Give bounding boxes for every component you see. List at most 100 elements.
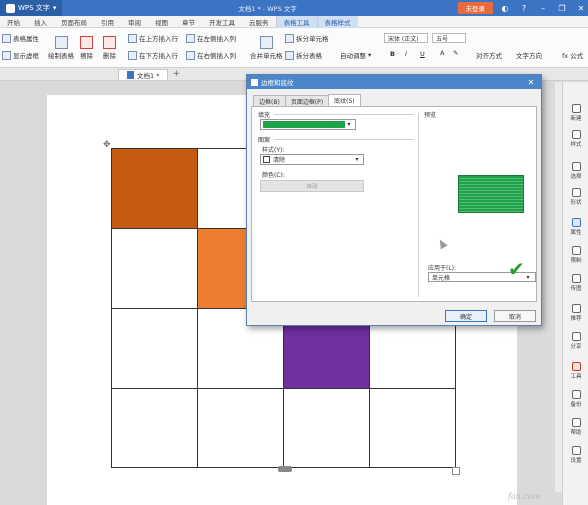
tab-borders[interactable]: 边框(B) [253, 95, 286, 106]
vertical-scrollbar[interactable] [555, 82, 562, 492]
insert-above-button[interactable]: 在上方插入行 [128, 33, 178, 43]
dialog-app-icon [251, 78, 258, 86]
sidebar-item-label: 帮助 [570, 430, 582, 436]
table-cell[interactable] [111, 309, 198, 389]
font-name-select[interactable]: 宋体 (正文) [384, 33, 428, 43]
sidebar-item-label: 属性 [570, 230, 582, 236]
tab-table-style[interactable]: 表格样式 [317, 15, 358, 28]
ok-button[interactable]: 确定 [445, 310, 487, 322]
sidebar-item-new[interactable]: 新建 [563, 104, 588, 122]
tab-page-layout[interactable]: 页面布局 [54, 16, 94, 28]
erase-button[interactable]: 擦除 [80, 36, 93, 60]
bold-button[interactable]: B [390, 50, 395, 58]
tab-review[interactable]: 审阅 [121, 16, 148, 28]
tab-references[interactable]: 引用 [94, 16, 121, 28]
tab-view[interactable]: 视图 [148, 16, 175, 28]
tab-home[interactable]: 开始 [0, 16, 27, 28]
sidebar-item-share[interactable]: 分享 [563, 332, 588, 350]
restrict-icon [571, 246, 581, 255]
backup-icon [571, 390, 581, 399]
cancel-button[interactable]: 取消 [494, 310, 536, 322]
share-icon [571, 332, 581, 341]
auto-fit-button[interactable]: 自动调整 ▾ [340, 50, 371, 60]
sidebar-item-settings[interactable]: 设置 [563, 446, 588, 464]
login-button[interactable]: 未登录 [457, 2, 493, 14]
fill-color-swatch [263, 121, 345, 128]
draw-table-button[interactable]: 绘制表格 [48, 36, 74, 60]
align-button[interactable]: 对齐方式 [476, 50, 502, 60]
font-size-select[interactable]: 五号 [432, 33, 466, 43]
table-cell[interactable] [111, 148, 198, 229]
table-cell[interactable] [370, 389, 456, 468]
sidebar-item-image[interactable]: 传图 [563, 274, 588, 292]
minimize-button[interactable]: – [536, 2, 550, 14]
sidebar-item-property[interactable]: 属性 [563, 218, 588, 236]
table-properties-button[interactable]: 表格属性 [2, 33, 39, 43]
document-tab-label: 文档1 * [137, 71, 160, 80]
insert-row-below-icon [128, 50, 137, 60]
chevron-down-icon: ▾ [368, 51, 372, 59]
divider [274, 114, 414, 115]
table-cell[interactable] [198, 389, 284, 468]
sidebar-item-restrict[interactable]: 限制 [563, 246, 588, 264]
skin-icon[interactable]: ◐ [498, 2, 512, 14]
sidebar-item-backup[interactable]: 备份 [563, 390, 588, 408]
highlight-button[interactable]: ✎ [453, 49, 458, 57]
delete-button[interactable]: 删除 [103, 36, 116, 60]
font-color-icon: A [440, 49, 445, 57]
tab-sections[interactable]: 章节 [175, 16, 202, 28]
table-icon [2, 33, 11, 43]
sidebar-item-label: 选择 [570, 174, 582, 180]
help-icon[interactable]: ? [517, 2, 531, 14]
app-menu-button[interactable]: WPS 文字 ▾ [0, 0, 63, 16]
dialog-tabs: 边框(B) 页面边框(P) 底纹(S) [253, 94, 361, 106]
style-label: 样式(Y): [262, 147, 285, 154]
text-direction-button[interactable]: 文字方向 [516, 50, 542, 60]
fill-label: 填充 [258, 112, 271, 119]
fill-color-select[interactable]: ▾ [260, 119, 356, 130]
insert-below-button[interactable]: 在下方插入行 [128, 50, 178, 60]
sidebar-item-help[interactable]: 帮助 [563, 418, 588, 436]
sidebar-item-style[interactable]: 样式 [563, 130, 588, 148]
formula-button[interactable]: fx 公式 [562, 50, 583, 60]
font-color-button[interactable]: A [440, 49, 444, 57]
tab-shading[interactable]: 底纹(S) [328, 94, 361, 106]
add-row-handle[interactable] [278, 466, 292, 472]
table-resize-handle[interactable] [452, 467, 460, 475]
pattern-label: 图案 [258, 137, 271, 144]
tab-page-borders[interactable]: 页面边框(P) [284, 95, 330, 106]
pattern-style-select[interactable]: 清除 ▾ [260, 154, 364, 165]
italic-button[interactable]: I [405, 50, 407, 58]
close-button[interactable]: ✕ [574, 2, 588, 14]
insert-left-button[interactable]: 在左侧插入列 [186, 33, 236, 43]
table-cell[interactable] [284, 389, 370, 468]
restore-button[interactable]: ❐ [555, 2, 569, 14]
sidebar-item-label: 形状 [570, 200, 582, 206]
insert-right-button[interactable]: 在右侧插入列 [186, 50, 236, 60]
highlighter-icon: ✎ [453, 49, 459, 57]
close-icon[interactable]: ✕ [525, 77, 537, 87]
split-table-button[interactable]: 拆分表格 [285, 50, 322, 60]
show-gridlines-button[interactable]: 显示虚框 [2, 50, 39, 60]
merge-cells-button[interactable]: 合并单元格 [250, 36, 283, 60]
tab-table-tools[interactable]: 表格工具 [275, 15, 318, 28]
split-cells-button[interactable]: 拆分单元格 [285, 33, 329, 43]
new-tab-icon[interactable]: + [172, 69, 180, 79]
dialog-title-bar[interactable]: 边框和底纹 ✕ [247, 75, 541, 89]
document-tab[interactable]: 文档1 * [118, 68, 169, 80]
sidebar-item-select[interactable]: 选择 [563, 162, 588, 180]
recommend-icon [571, 304, 581, 313]
sidebar-item-recommend[interactable]: 推荐 [563, 304, 588, 322]
underline-button[interactable]: U [420, 50, 425, 58]
sidebar-item-tools[interactable]: 工具 [563, 362, 588, 380]
table-cell[interactable] [111, 229, 198, 309]
merge-icon [259, 36, 273, 49]
table-cell[interactable] [111, 389, 198, 468]
tab-developer[interactable]: 开发工具 [202, 16, 242, 28]
tab-insert[interactable]: 插入 [27, 16, 54, 28]
shading-preview [458, 175, 524, 213]
sidebar-item-label: 分享 [570, 344, 582, 350]
sidebar-item-shape[interactable]: 形状 [563, 188, 588, 206]
tab-cloud[interactable]: 云服务 [242, 16, 276, 28]
sidebar-item-label: 备份 [570, 402, 582, 408]
